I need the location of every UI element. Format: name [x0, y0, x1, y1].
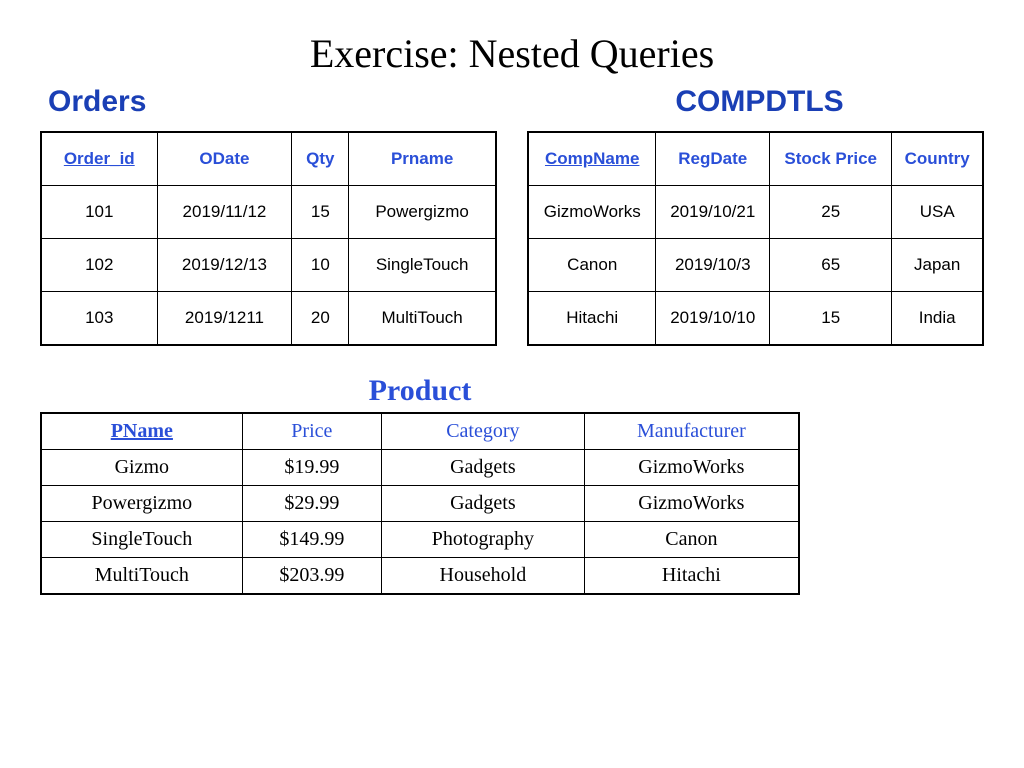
- orders-col: Orders Order_id ODate Qty Prname 101 201…: [40, 85, 497, 346]
- col-header: Category: [382, 413, 585, 450]
- col-header: Price: [242, 413, 381, 450]
- cell: 2019/10/10: [656, 292, 770, 346]
- cell: 25: [770, 186, 892, 239]
- cell: USA: [892, 186, 983, 239]
- table-row: Gizmo $19.99 Gadgets GizmoWorks: [41, 450, 799, 486]
- col-header: PName: [41, 413, 242, 450]
- slide-title: Exercise: Nested Queries: [40, 30, 984, 77]
- col-header: RegDate: [656, 132, 770, 186]
- cell: Powergizmo: [349, 186, 496, 239]
- table-row: Canon 2019/10/3 65 Japan: [528, 239, 983, 292]
- col-header: Prname: [349, 132, 496, 186]
- product-title: Product: [40, 374, 800, 408]
- cell: 2019/1211: [157, 292, 292, 346]
- col-header: Order_id: [41, 132, 157, 186]
- compdtls-table: CompName RegDate Stock Price Country Giz…: [527, 131, 984, 346]
- cell: 10: [292, 239, 349, 292]
- slide: Exercise: Nested Queries Orders Order_id…: [0, 0, 1024, 615]
- cell: India: [892, 292, 983, 346]
- cell: Photography: [382, 522, 585, 558]
- cell: 101: [41, 186, 157, 239]
- cell: SingleTouch: [41, 522, 242, 558]
- cell: 20: [292, 292, 349, 346]
- cell: $19.99: [242, 450, 381, 486]
- cell: GizmoWorks: [584, 450, 799, 486]
- tables-row: Orders Order_id ODate Qty Prname 101 201…: [40, 85, 984, 346]
- cell: 15: [770, 292, 892, 346]
- table-header-row: Order_id ODate Qty Prname: [41, 132, 496, 186]
- cell: Hitachi: [528, 292, 656, 346]
- cell: $203.99: [242, 558, 381, 595]
- cell: MultiTouch: [349, 292, 496, 346]
- col-header: Manufacturer: [584, 413, 799, 450]
- table-row: 102 2019/12/13 10 SingleTouch: [41, 239, 496, 292]
- table-row: 103 2019/1211 20 MultiTouch: [41, 292, 496, 346]
- cell: 103: [41, 292, 157, 346]
- cell: 65: [770, 239, 892, 292]
- table-row: 101 2019/11/12 15 Powergizmo: [41, 186, 496, 239]
- cell: 2019/12/13: [157, 239, 292, 292]
- cell: 2019/11/12: [157, 186, 292, 239]
- cell: Powergizmo: [41, 486, 242, 522]
- cell: Canon: [584, 522, 799, 558]
- cell: Household: [382, 558, 585, 595]
- col-header: Country: [892, 132, 983, 186]
- table-row: Powergizmo $29.99 Gadgets GizmoWorks: [41, 486, 799, 522]
- table-row: GizmoWorks 2019/10/21 25 USA: [528, 186, 983, 239]
- col-header: Qty: [292, 132, 349, 186]
- table-row: SingleTouch $149.99 Photography Canon: [41, 522, 799, 558]
- orders-title: Orders: [48, 85, 497, 119]
- cell: 2019/10/21: [656, 186, 770, 239]
- cell: Gadgets: [382, 450, 585, 486]
- cell: $149.99: [242, 522, 381, 558]
- table-row: MultiTouch $203.99 Household Hitachi: [41, 558, 799, 595]
- col-header: Stock Price: [770, 132, 892, 186]
- product-wrap: Product PName Price Category Manufacture…: [40, 374, 800, 595]
- table-header-row: CompName RegDate Stock Price Country: [528, 132, 983, 186]
- cell: $29.99: [242, 486, 381, 522]
- cell: GizmoWorks: [584, 486, 799, 522]
- cell: SingleTouch: [349, 239, 496, 292]
- col-header: CompName: [528, 132, 656, 186]
- product-table: PName Price Category Manufacturer Gizmo …: [40, 412, 800, 595]
- cell: Canon: [528, 239, 656, 292]
- cell: 2019/10/3: [656, 239, 770, 292]
- cell: 102: [41, 239, 157, 292]
- compdtls-title: COMPDTLS: [535, 85, 984, 119]
- cell: 15: [292, 186, 349, 239]
- cell: MultiTouch: [41, 558, 242, 595]
- cell: Gadgets: [382, 486, 585, 522]
- cell: GizmoWorks: [528, 186, 656, 239]
- orders-table: Order_id ODate Qty Prname 101 2019/11/12…: [40, 131, 497, 346]
- table-row: Hitachi 2019/10/10 15 India: [528, 292, 983, 346]
- cell: Japan: [892, 239, 983, 292]
- cell: Gizmo: [41, 450, 242, 486]
- compdtls-col: COMPDTLS CompName RegDate Stock Price Co…: [527, 85, 984, 346]
- cell: Hitachi: [584, 558, 799, 595]
- table-header-row: PName Price Category Manufacturer: [41, 413, 799, 450]
- col-header: ODate: [157, 132, 292, 186]
